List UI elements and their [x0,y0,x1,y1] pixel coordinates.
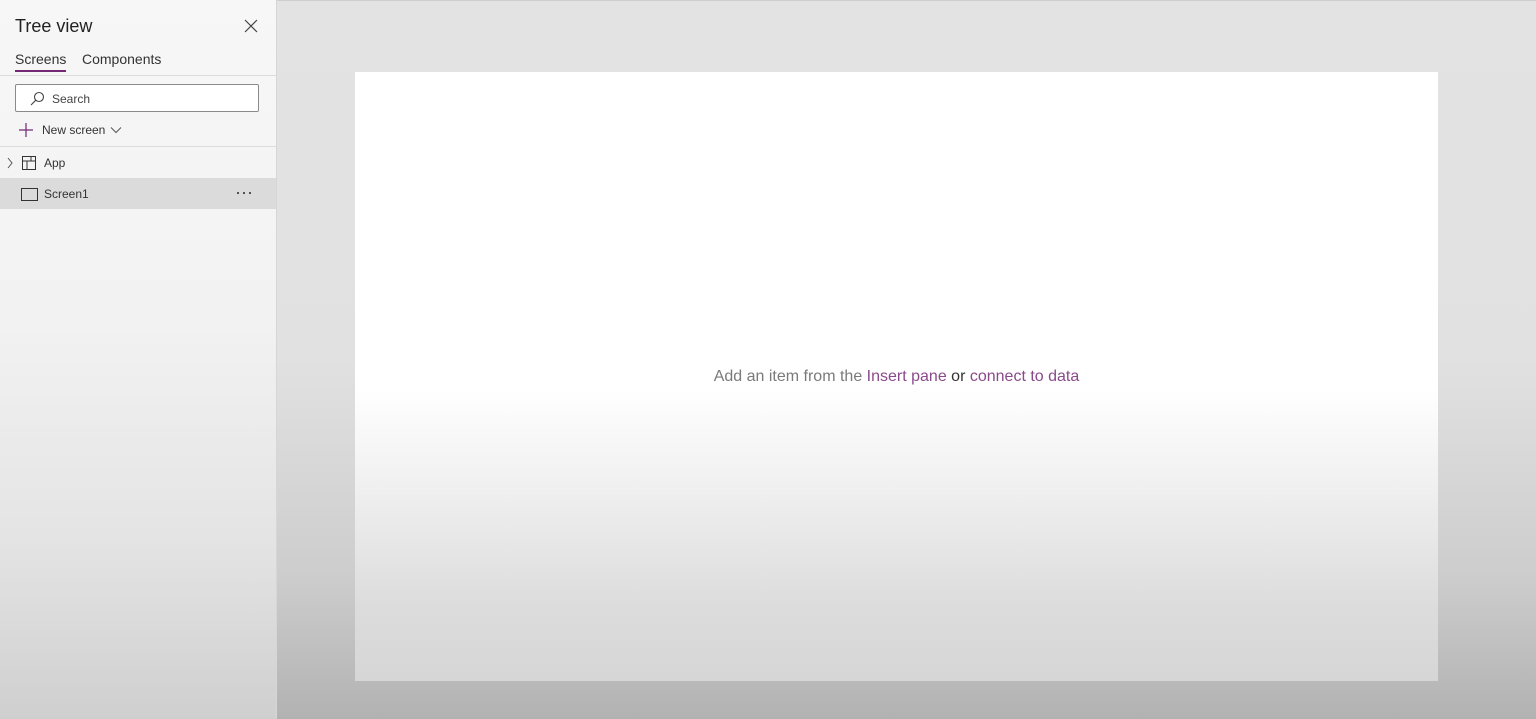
screen-canvas[interactable]: Add an item from the Insert pane or conn… [355,72,1438,681]
search-placeholder: Search [52,92,91,106]
hint-or-text: or [946,368,970,385]
search-input[interactable]: Search [15,84,259,112]
close-button[interactable] [241,16,261,36]
tree-view-pane: Tree view Screens Components Search New … [0,0,277,719]
search-icon [30,91,45,106]
empty-canvas-hint: Add an item from the Insert pane or conn… [355,368,1438,386]
plus-icon [19,123,33,137]
divider [0,75,276,76]
canvas-area: Add an item from the Insert pane or conn… [277,0,1536,719]
chevron-down-icon[interactable] [110,124,122,136]
tree-item-label: App [44,156,66,170]
tab-screens[interactable]: Screens [15,51,67,72]
pane-title: Tree view [15,16,93,36]
tree-item-app[interactable]: App [0,147,276,178]
new-screen-label: New screen [42,123,106,137]
close-icon [244,19,258,33]
tab-components[interactable]: Components [82,51,161,67]
screen-icon [21,188,38,201]
tree-item-screen1[interactable]: Screen1 [0,178,276,209]
hint-text: Add an item from the [713,368,867,385]
tree-item-label: Screen1 [44,187,89,201]
connect-to-data-link[interactable]: connect to data [970,368,1079,385]
insert-pane-link[interactable]: Insert pane [867,368,947,385]
chevron-right-icon[interactable] [6,157,14,169]
app-icon [22,156,36,170]
more-options-icon[interactable] [234,186,254,200]
